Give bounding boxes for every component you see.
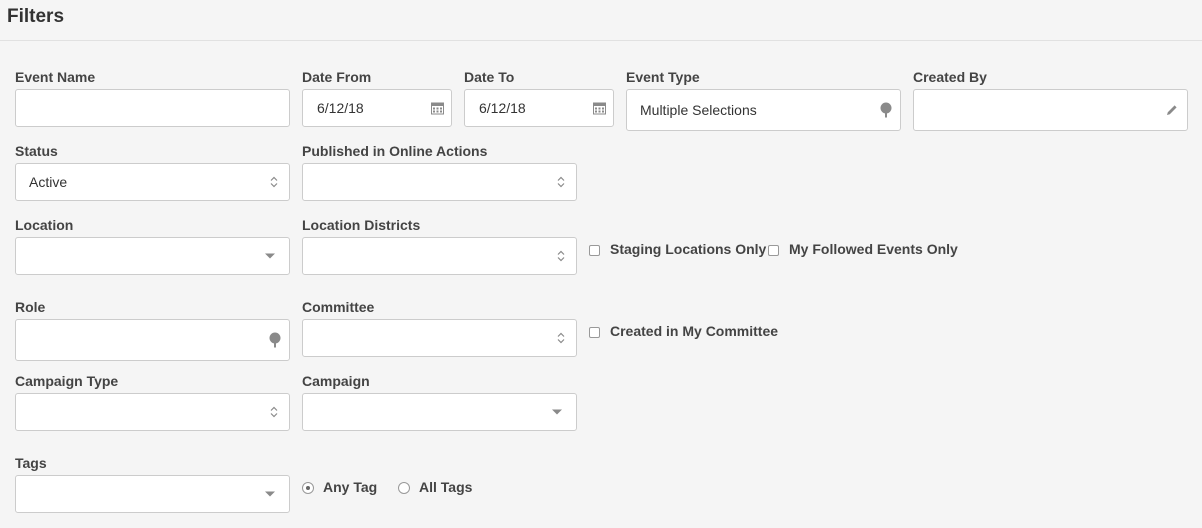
created-by-field[interactable] xyxy=(913,89,1188,131)
campaign-type-label: Campaign Type xyxy=(15,373,119,389)
tags-select[interactable] xyxy=(15,475,290,513)
created-by-label: Created By xyxy=(913,69,987,85)
calendar-icon[interactable] xyxy=(431,102,444,115)
staging-locations-label[interactable]: Staging Locations Only xyxy=(610,241,766,257)
campaign-select[interactable] xyxy=(302,393,577,431)
committee-select[interactable] xyxy=(302,319,577,357)
followed-events-checkbox[interactable] xyxy=(768,245,779,256)
caret-down-icon[interactable] xyxy=(265,491,275,497)
location-districts-select[interactable] xyxy=(302,237,577,275)
event-name-label: Event Name xyxy=(15,69,96,85)
filters-header: Filters xyxy=(0,0,1202,41)
all-tags-label[interactable]: All Tags xyxy=(419,479,472,495)
role-field[interactable] xyxy=(15,319,290,361)
tags-label: Tags xyxy=(15,455,47,471)
staging-locations-checkbox[interactable] xyxy=(589,245,600,256)
date-from-value: 6/12/18 xyxy=(317,100,364,116)
my-committee-checkbox[interactable] xyxy=(589,327,600,338)
committee-label: Committee xyxy=(302,299,375,315)
role-label: Role xyxy=(15,299,46,315)
event-type-value: Multiple Selections xyxy=(640,102,757,118)
created-by-input[interactable] xyxy=(914,90,1187,130)
status-select[interactable]: Active xyxy=(15,163,290,201)
caret-down-icon[interactable] xyxy=(552,409,562,415)
my-committee-label[interactable]: Created in My Committee xyxy=(610,323,778,339)
status-value: Active xyxy=(29,174,68,190)
tree-icon[interactable] xyxy=(269,332,281,348)
sort-updown-icon xyxy=(557,176,565,188)
any-tag-radio[interactable] xyxy=(302,482,314,494)
event-name-field[interactable] xyxy=(15,89,290,127)
followed-events-label[interactable]: My Followed Events Only xyxy=(789,241,958,257)
campaign-type-select[interactable] xyxy=(15,393,290,431)
page-title: Filters xyxy=(7,6,65,27)
location-districts-label: Location Districts xyxy=(302,217,421,233)
location-label: Location xyxy=(15,217,74,233)
calendar-icon[interactable] xyxy=(593,102,606,115)
sort-updown-icon xyxy=(557,250,565,262)
event-type-label: Event Type xyxy=(626,69,700,85)
campaign-label: Campaign xyxy=(302,373,370,389)
status-label: Status xyxy=(15,143,58,159)
sort-updown-icon xyxy=(270,176,278,188)
date-from-field[interactable]: 6/12/18 xyxy=(302,89,452,127)
sort-updown-icon xyxy=(557,332,565,344)
published-select[interactable] xyxy=(302,163,577,201)
published-label: Published in Online Actions xyxy=(302,143,488,159)
sort-updown-icon xyxy=(270,406,278,418)
all-tags-radio[interactable] xyxy=(398,482,410,494)
date-to-label: Date To xyxy=(464,69,515,85)
any-tag-label[interactable]: Any Tag xyxy=(323,479,377,495)
caret-down-icon[interactable] xyxy=(265,253,275,259)
date-to-field[interactable]: 6/12/18 xyxy=(464,89,614,127)
date-from-label: Date From xyxy=(302,69,372,85)
tree-icon[interactable] xyxy=(880,102,892,118)
event-type-field[interactable]: Multiple Selections xyxy=(626,89,901,131)
event-name-input[interactable] xyxy=(16,90,289,126)
date-to-value: 6/12/18 xyxy=(479,100,526,116)
location-select[interactable] xyxy=(15,237,290,275)
pencil-icon[interactable] xyxy=(1166,104,1178,116)
